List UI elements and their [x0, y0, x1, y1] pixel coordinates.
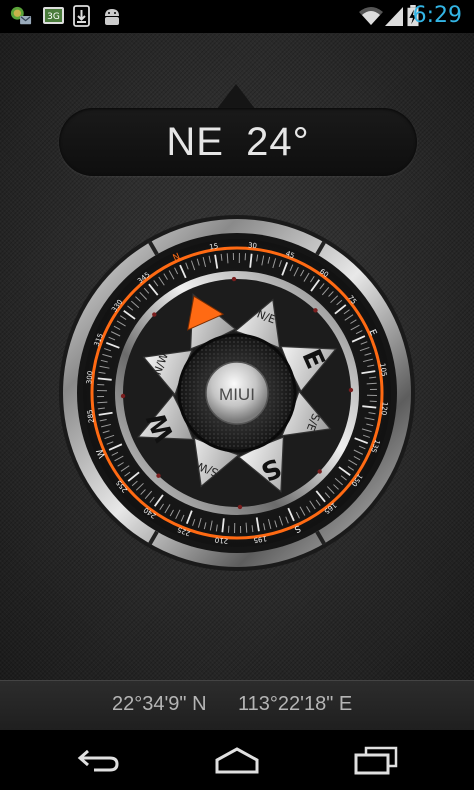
- compass-dial[interactable]: N15 30456075E105120135150165S195210225240…: [0, 0, 474, 730]
- degree-label: 300: [85, 370, 94, 384]
- recents-icon: [354, 746, 398, 775]
- home-icon: [215, 747, 259, 774]
- home-button[interactable]: [197, 740, 277, 780]
- recents-button[interactable]: [336, 740, 416, 780]
- coordinates-bar: 22°34'9" N 113°22'18" E: [0, 680, 474, 730]
- latitude-text: 22°34'9" N: [112, 693, 207, 715]
- degree-label: 15: [209, 242, 219, 251]
- degree-label: 120: [380, 401, 389, 415]
- compass-group: N15 30456075E105120135150165S195210225240…: [59, 215, 415, 571]
- back-icon: [77, 749, 119, 772]
- degree-label: 30: [248, 241, 258, 250]
- degree-label: 210: [214, 536, 228, 545]
- navigation-bar: [0, 730, 474, 790]
- longitude-text: 113°22'18" E: [238, 693, 353, 715]
- brand-logo: MIUI: [219, 385, 255, 404]
- back-button[interactable]: [58, 740, 138, 780]
